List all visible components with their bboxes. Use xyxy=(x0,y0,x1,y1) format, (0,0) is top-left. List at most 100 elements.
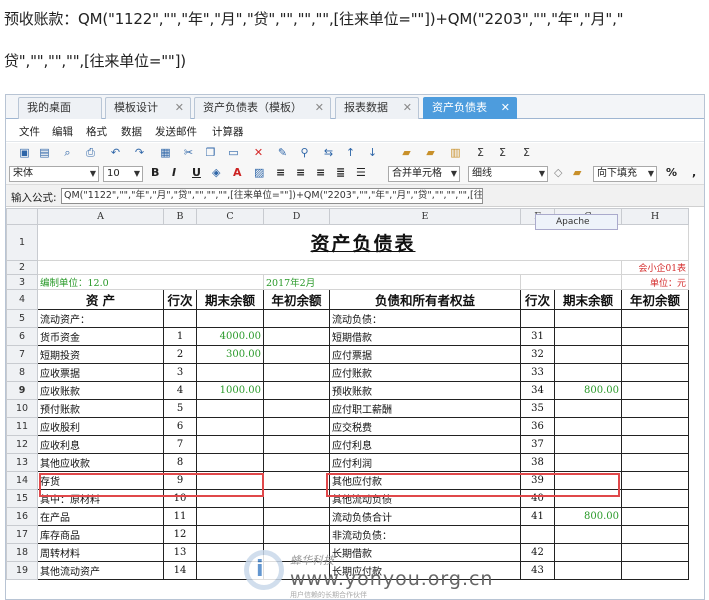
merge-cells-select[interactable]: 合并单元格 ▼ xyxy=(388,166,460,182)
eraser-icon[interactable]: ◇ xyxy=(554,166,562,179)
liability-name-cell[interactable]: 应付利息 xyxy=(329,435,521,454)
row-header[interactable]: 7 xyxy=(6,345,38,364)
font-select[interactable]: 宋体 ▼ xyxy=(9,166,99,182)
format-painter-icon[interactable]: ▰ xyxy=(573,166,581,179)
liability-name-cell[interactable]: 非流动负债： xyxy=(329,525,521,544)
redo-icon[interactable]: ↷ xyxy=(133,146,146,159)
asset-line-cell[interactable]: 8 xyxy=(163,453,197,472)
menu-send-mail[interactable]: 发送邮件 xyxy=(155,124,197,139)
cut-icon[interactable]: ✂ xyxy=(182,146,195,159)
copy-icon[interactable]: ❐ xyxy=(204,146,217,159)
asset-name-cell[interactable]: 库存商品 xyxy=(37,525,164,544)
asset-name-cell[interactable]: 在产品 xyxy=(37,507,164,526)
bold-icon[interactable]: B xyxy=(151,166,159,179)
column-header[interactable]: H xyxy=(621,208,689,225)
tab-my-desktop[interactable]: 我的桌面 xyxy=(18,97,102,119)
asset-end-balance-cell[interactable] xyxy=(196,507,264,526)
paste-icon[interactable]: ▭ xyxy=(227,146,240,159)
font-color-icon[interactable]: A xyxy=(233,166,242,179)
liability-line-cell[interactable]: 35 xyxy=(520,399,555,418)
header-cell[interactable]: 期末余额 xyxy=(554,289,622,310)
asset-begin-balance-cell[interactable] xyxy=(263,381,330,400)
asset-name-cell[interactable]: 周转材料 xyxy=(37,543,164,562)
menu-format[interactable]: 格式 xyxy=(86,124,107,139)
column-header[interactable]: D xyxy=(263,208,330,225)
asset-end-balance-cell[interactable] xyxy=(196,363,264,382)
liability-line-cell[interactable] xyxy=(520,525,555,544)
row-header[interactable]: 18 xyxy=(6,543,38,562)
asset-begin-balance-cell[interactable] xyxy=(263,345,330,364)
liability-end-balance-cell[interactable] xyxy=(554,363,622,382)
liability-end-balance-cell[interactable] xyxy=(554,561,622,580)
liability-begin-balance-cell[interactable] xyxy=(621,345,689,364)
underline-icon[interactable]: U xyxy=(192,166,201,179)
asset-name-cell[interactable]: 短期投资 xyxy=(37,345,164,364)
folder-icon[interactable]: ▰ xyxy=(400,146,413,159)
sort-desc-icon[interactable]: ↓ xyxy=(366,146,379,159)
org-cell[interactable]: 编制单位：12.0 xyxy=(37,274,264,290)
sum-col-icon[interactable]: Σ xyxy=(520,146,533,159)
asset-end-balance-cell[interactable] xyxy=(196,435,264,454)
fill-down-select[interactable]: 向下填充 ▼ xyxy=(593,166,657,182)
header-cell[interactable]: 行次 xyxy=(520,289,555,310)
asset-begin-balance-cell[interactable] xyxy=(263,363,330,382)
liability-end-balance-cell[interactable] xyxy=(554,327,622,346)
header-cell[interactable]: 年初余额 xyxy=(263,289,330,310)
liability-name-cell[interactable]: 流动负债： xyxy=(329,309,521,328)
menu-file[interactable]: 文件 xyxy=(19,124,40,139)
align-left-icon[interactable]: ≡ xyxy=(276,166,285,179)
asset-begin-balance-cell[interactable] xyxy=(263,453,330,472)
liability-begin-balance-cell[interactable] xyxy=(621,309,689,328)
liability-begin-balance-cell[interactable] xyxy=(621,417,689,436)
liability-begin-balance-cell[interactable] xyxy=(621,507,689,526)
menu-calculator[interactable]: 计算器 xyxy=(212,124,244,139)
asset-begin-balance-cell[interactable] xyxy=(263,309,330,328)
justify-icon[interactable]: ≣ xyxy=(336,166,345,179)
row-header[interactable]: 12 xyxy=(6,435,38,454)
asset-end-balance-cell[interactable] xyxy=(196,417,264,436)
corner-cell[interactable] xyxy=(6,208,38,225)
row-header[interactable]: 2 xyxy=(6,260,38,275)
sum-icon[interactable]: Σ xyxy=(474,146,487,159)
row-header[interactable]: 19 xyxy=(6,561,38,580)
liability-line-cell[interactable]: 41 xyxy=(520,507,555,526)
row-header[interactable]: 5 xyxy=(6,309,38,328)
row-header[interactable]: 11 xyxy=(6,417,38,436)
liability-line-cell[interactable]: 38 xyxy=(520,453,555,472)
asset-line-cell[interactable] xyxy=(163,309,197,328)
liability-name-cell[interactable]: 应付利润 xyxy=(329,453,521,472)
unit-cell[interactable]: 单位：元 xyxy=(621,274,689,290)
asset-begin-balance-cell[interactable] xyxy=(263,489,330,508)
liability-line-cell[interactable]: 31 xyxy=(520,327,555,346)
asset-name-cell[interactable]: 货币资金 xyxy=(37,327,164,346)
asset-line-cell[interactable]: 2 xyxy=(163,345,197,364)
asset-line-cell[interactable]: 7 xyxy=(163,435,197,454)
menu-edit[interactable]: 编辑 xyxy=(52,124,73,139)
print-preview-icon[interactable]: ⌕ xyxy=(61,146,74,159)
chart-icon[interactable]: ▥ xyxy=(449,146,462,159)
asset-end-balance-cell[interactable]: 300.00 xyxy=(196,345,264,364)
wrap-icon[interactable]: ☰ xyxy=(356,166,366,179)
align-right-icon[interactable]: ≡ xyxy=(316,166,325,179)
asset-name-cell[interactable]: 应收股利 xyxy=(37,417,164,436)
row-header[interactable]: 4 xyxy=(6,289,38,310)
asset-end-balance-cell[interactable] xyxy=(196,453,264,472)
tab-balance-template[interactable]: 资产负债表（模板） ✕ xyxy=(194,97,331,119)
open-icon[interactable]: ▰ xyxy=(424,146,437,159)
asset-name-cell[interactable]: 其他应收款 xyxy=(37,453,164,472)
italic-icon[interactable]: I xyxy=(172,166,176,179)
asset-line-cell[interactable]: 6 xyxy=(163,417,197,436)
image-icon[interactable]: ▨ xyxy=(254,166,264,179)
asset-line-cell[interactable]: 11 xyxy=(163,507,197,526)
close-icon[interactable]: ✕ xyxy=(315,98,324,118)
liability-line-cell[interactable]: 34 xyxy=(520,381,555,400)
liability-line-cell[interactable] xyxy=(520,309,555,328)
liability-line-cell[interactable]: 37 xyxy=(520,435,555,454)
liability-begin-balance-cell[interactable] xyxy=(621,435,689,454)
grid-icon[interactable]: ▦ xyxy=(159,146,172,159)
column-header[interactable]: B xyxy=(163,208,197,225)
liability-end-balance-cell[interactable] xyxy=(554,525,622,544)
save-icon[interactable]: ▣ xyxy=(18,146,31,159)
liability-begin-balance-cell[interactable] xyxy=(621,561,689,580)
sum-row-icon[interactable]: Σ xyxy=(496,146,509,159)
